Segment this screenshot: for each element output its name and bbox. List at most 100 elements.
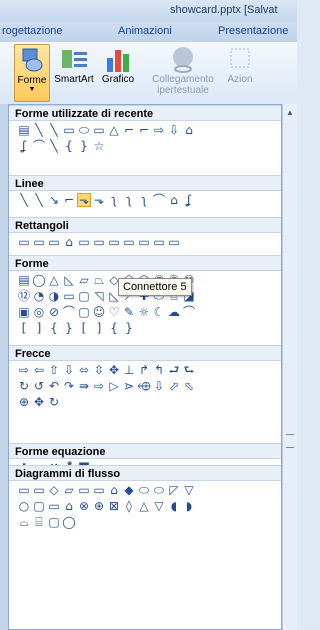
shape-icon[interactable]: ◆ [122, 483, 136, 497]
shape-icon[interactable]: ✎ [122, 305, 136, 319]
shape-icon[interactable]: ▤ [17, 123, 31, 137]
shape-icon[interactable]: ⌒ [62, 305, 76, 319]
shape-icon[interactable]: ⇦ [32, 363, 46, 377]
shape-icon[interactable]: ♡ [107, 305, 121, 319]
shape-icon[interactable]: ▢ [47, 515, 61, 529]
shape-icon[interactable]: ⬄ [77, 363, 91, 377]
shape-icon[interactable]: ╲ [17, 193, 31, 207]
shape-icon[interactable]: ⌂ [107, 483, 121, 497]
shape-icon[interactable]: ⌒ [152, 193, 166, 207]
shape-icon[interactable]: ▭ [92, 123, 106, 137]
shape-icon[interactable]: ╲ [47, 123, 61, 137]
shape-icon[interactable]: ⌂ [182, 123, 196, 137]
shape-icon[interactable]: [ [17, 321, 31, 335]
shape-icon[interactable]: ⇨ [17, 363, 31, 377]
shape-icon[interactable]: ] [32, 321, 46, 335]
shape-icon[interactable]: ◑ [47, 289, 61, 303]
shape-icon[interactable]: ▭ [17, 483, 31, 497]
shape-icon[interactable]: ⮐ [167, 363, 181, 377]
shape-icon[interactable]: ⌂ [62, 499, 76, 513]
shape-icon[interactable]: ☁ [167, 305, 181, 319]
shape-icon[interactable]: ▱ [62, 483, 76, 497]
shape-icon[interactable]: ⌸ [32, 515, 46, 529]
shape-icon[interactable]: ⌓ [17, 515, 31, 529]
shape-icon[interactable]: ⊥ [122, 363, 136, 377]
shape-icon[interactable]: ⏢ [92, 273, 106, 287]
shape-icon[interactable]: ↱ [137, 363, 151, 377]
shape-icon[interactable]: ▭ [32, 483, 46, 497]
shape-icon[interactable]: ▭ [62, 289, 76, 303]
shape-icon[interactable]: ▭ [32, 235, 46, 249]
shape-icon[interactable]: ⬎ [92, 193, 106, 207]
shape-icon[interactable]: ⌒ [182, 305, 196, 319]
shape-icon[interactable]: ◯ [32, 273, 46, 287]
shape-icon[interactable]: ʅ [122, 193, 136, 207]
shape-icon[interactable]: ⬀ [167, 379, 181, 393]
shape-icon[interactable]: ⌐ [122, 123, 136, 137]
shape-icon[interactable]: ◹ [92, 289, 106, 303]
shape-icon[interactable]: ▷ [107, 379, 121, 393]
shape-icon[interactable]: ▭ [47, 235, 61, 249]
shapes-button[interactable]: Forme ▼ [14, 44, 50, 102]
shape-icon[interactable]: ▽ [152, 499, 166, 513]
shape-icon[interactable]: ⬎ [77, 193, 91, 207]
shape-icon[interactable]: ▭ [92, 235, 106, 249]
shape-icon[interactable]: ] [92, 321, 106, 335]
shape-icon[interactable]: ⇩ [152, 379, 166, 393]
shape-icon[interactable]: ▭ [47, 499, 61, 513]
shape-icon[interactable]: ◸ [167, 483, 181, 497]
action-button[interactable]: Azion [220, 44, 260, 85]
shape-icon[interactable]: ▭ [152, 235, 166, 249]
shape-icon[interactable]: ▢ [77, 305, 91, 319]
shape-icon[interactable]: { [47, 321, 61, 335]
shape-icon[interactable]: ʅ [137, 193, 151, 207]
shape-icon[interactable]: ▱ [77, 273, 91, 287]
shape-icon[interactable]: ▽ [182, 483, 196, 497]
shape-icon[interactable]: ▭ [167, 235, 181, 249]
shape-icon[interactable]: ⌐ [137, 123, 151, 137]
shape-icon[interactable]: ╲ [32, 193, 46, 207]
shape-icon[interactable]: ⇛ [77, 379, 91, 393]
shape-icon[interactable]: ʅ [107, 193, 121, 207]
shape-icon[interactable]: △ [137, 499, 151, 513]
shape-icon[interactable]: ⊠ [107, 499, 121, 513]
resize-grip-icon[interactable] [286, 434, 294, 448]
shape-icon[interactable]: ╲ [47, 139, 61, 153]
shape-icon[interactable]: ▭ [107, 235, 121, 249]
shape-icon[interactable]: ◗ [182, 499, 196, 513]
tab-presentazione[interactable]: Presentazione [218, 25, 288, 37]
shape-icon[interactable]: ⬲ [137, 379, 151, 393]
shape-icon[interactable]: ⇩ [167, 123, 181, 137]
shape-icon[interactable]: ⊘ [47, 305, 61, 319]
shape-icon[interactable]: ⇳ [92, 363, 106, 377]
shape-icon[interactable]: ⊕ [17, 395, 31, 409]
shape-icon[interactable]: ▭ [92, 483, 106, 497]
shape-icon[interactable]: ⊕ [92, 499, 106, 513]
shape-icon[interactable]: ☼ [137, 305, 151, 319]
shape-icon[interactable]: ◇ [47, 483, 61, 497]
shape-icon[interactable]: ʆ [17, 139, 31, 153]
shape-icon[interactable]: ╲ [32, 123, 46, 137]
shape-icon[interactable]: ⌒ [32, 139, 46, 153]
shape-icon[interactable]: ↷ [62, 379, 76, 393]
shape-icon[interactable]: ⑫ [17, 289, 31, 303]
shape-icon[interactable]: ▣ [17, 305, 31, 319]
shape-icon[interactable]: ⋗ [122, 379, 136, 393]
shape-icon[interactable]: ▤ [17, 273, 31, 287]
shape-icon[interactable]: } [77, 139, 91, 153]
shape-icon[interactable]: ✥ [32, 395, 46, 409]
shape-icon[interactable]: ◺ [62, 273, 76, 287]
smartart-button[interactable]: SmartArt [52, 44, 96, 85]
shape-icon[interactable]: ▭ [17, 235, 31, 249]
shape-icon[interactable]: ✥ [107, 363, 121, 377]
shape-icon[interactable]: ⌂ [62, 235, 76, 249]
shape-icon[interactable]: ▭ [62, 123, 76, 137]
shape-icon[interactable]: ↰ [152, 363, 166, 377]
tab-animazioni[interactable]: Animazioni [118, 25, 172, 37]
shape-icon[interactable]: ○ [17, 499, 31, 513]
chart-button[interactable]: Grafico [100, 44, 136, 85]
shape-icon[interactable]: ▢ [32, 499, 46, 513]
shape-icon[interactable]: ⬭ [77, 123, 91, 137]
shape-icon[interactable]: } [62, 321, 76, 335]
shape-icon[interactable]: ↘ [47, 193, 61, 207]
